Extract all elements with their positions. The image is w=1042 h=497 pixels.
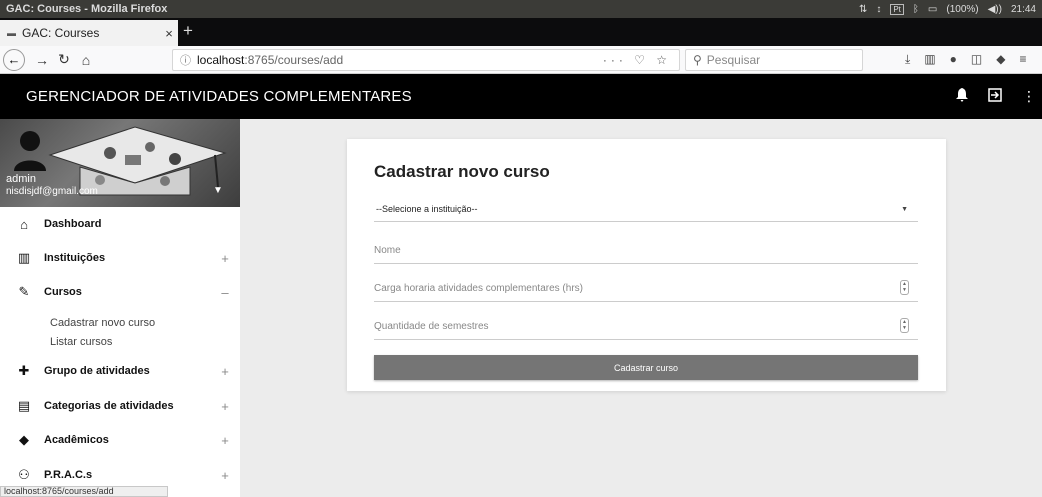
browser-tab[interactable]: ▬ GAC: Courses × — [0, 20, 178, 46]
profile-email: nisdisjdf@gmail.com — [6, 186, 98, 197]
sidebar-item-label: Instituições — [44, 252, 106, 264]
sidebar-item-pracs[interactable]: ⚇ P.R.A.C.s + — [0, 462, 240, 488]
chevron-down-icon[interactable]: ▼ — [213, 185, 223, 196]
notification-bell-icon[interactable] — [956, 88, 968, 105]
sidebar-item-label: Grupo de atividades — [44, 365, 150, 377]
search-input[interactable]: ⚲ Pesquisar — [685, 49, 863, 71]
home-icon: ⌂ — [20, 216, 28, 232]
pencil-icon: ✎ — [18, 284, 30, 299]
institution-select-value: --Selecione a instituição-- — [376, 204, 478, 214]
sidebar: admin nisdisjdf@gmail.com ▼ ⌂ Dashboard … — [0, 119, 240, 497]
number-spinner-icon[interactable]: ▲ ▼ — [900, 280, 909, 295]
sidebar-item-label: Dashboard — [44, 218, 102, 230]
tab-title: GAC: Courses — [22, 26, 100, 40]
complementary-hours-field[interactable]: Carga horaria atividades complementares … — [374, 280, 918, 302]
sidebar-item-label: Cursos — [44, 286, 82, 298]
logout-icon[interactable] — [988, 88, 1002, 105]
sidebar-item-label: Categorias de atividades — [44, 400, 174, 412]
document-icon: ▤ — [17, 398, 31, 413]
sidebar-item-dashboard[interactable]: ⌂ Dashboard — [0, 211, 240, 237]
info-icon[interactable]: ⓘ — [180, 52, 191, 68]
expand-icon[interactable]: + — [210, 468, 240, 483]
bluetooth-icon[interactable]: ᛒ — [913, 4, 919, 15]
sort-icon[interactable]: ↕ — [876, 4, 881, 15]
search-placeholder: Pesquisar — [706, 53, 761, 67]
window-title: GAC: Courses - Mozilla Firefox — [6, 3, 168, 15]
sidebar-toggle-icon[interactable]: ◫ — [971, 52, 982, 67]
sidebar-item-categorias[interactable]: ▤ Categorias de atividades + — [0, 393, 240, 419]
app-title: GERENCIADOR DE ATIVIDADES COMPLEMENTARES — [26, 88, 412, 105]
complementary-hours-placeholder: Carga horaria atividades complementares … — [374, 283, 583, 294]
submenu-cadastrar-curso[interactable]: Cadastrar novo curso — [50, 317, 155, 329]
expand-icon[interactable]: + — [210, 364, 240, 379]
favicon-icon: ▬ — [7, 28, 16, 38]
volume-icon[interactable]: ◀)) — [988, 4, 1002, 15]
number-spinner-icon[interactable]: ▲ ▼ — [900, 318, 909, 333]
menu-icon[interactable]: ≡ — [1019, 52, 1026, 67]
page-title: Cadastrar novo curso — [374, 162, 550, 181]
header-actions: ⋮ — [956, 88, 1036, 105]
building-icon: ▥ — [17, 250, 31, 265]
course-name-field[interactable]: Nome — [374, 242, 918, 264]
reload-button[interactable]: ↻ — [53, 51, 75, 68]
tab-close-icon[interactable]: × — [160, 26, 178, 41]
battery-icon[interactable]: ▭ — [928, 4, 937, 15]
url-bar[interactable]: ⓘ localhost :8765/courses/add ··· ♡ ☆ — [172, 49, 680, 71]
semesters-field[interactable]: Quantidade de semestres ▲ ▼ — [374, 318, 918, 340]
sidebar-item-academicos[interactable]: ◆ Acadêmicos + — [0, 427, 240, 453]
expand-icon[interactable]: + — [210, 433, 240, 448]
sidebar-item-label: Acadêmicos — [44, 434, 109, 446]
submit-course-button[interactable]: Cadastrar curso — [374, 355, 918, 380]
dropdown-caret-icon: ▼ — [901, 206, 908, 213]
course-form-card: Cadastrar novo curso --Selecione a insti… — [347, 139, 946, 391]
sidebar-item-label: P.R.A.C.s — [44, 469, 93, 481]
toolbar-icons: ⤓ ▥ ● ◫ ◆ ≡ — [905, 52, 1027, 67]
url-actions[interactable]: ··· ♡ ☆ — [603, 53, 671, 67]
navigation-toolbar: ← → ↻ ⌂ ⓘ localhost :8765/courses/add ··… — [0, 46, 1042, 74]
home-button[interactable]: ⌂ — [75, 52, 97, 68]
institution-select[interactable]: --Selecione a instituição-- ▼ — [374, 199, 918, 222]
puzzle-icon: ✚ — [18, 363, 30, 378]
url-path: :8765/courses/add — [244, 53, 344, 67]
new-tab-button[interactable]: + — [183, 21, 193, 41]
profile-name: admin — [6, 173, 36, 185]
forward-button[interactable]: → — [31, 52, 53, 68]
os-top-bar: GAC: Courses - Mozilla Firefox ⇅ ↕ Pt ᛒ … — [0, 0, 1042, 18]
profile-banner: admin nisdisjdf@gmail.com ▼ — [0, 119, 240, 207]
network-icon[interactable]: ⇅ — [859, 4, 867, 15]
search-icon: ⚲ — [693, 53, 702, 67]
avatar — [14, 131, 46, 171]
graduation-cap-icon: ◆ — [19, 432, 29, 447]
app-header: GERENCIADOR DE ATIVIDADES COMPLEMENTARES… — [0, 74, 1042, 119]
sidebar-item-instituicoes[interactable]: ▥ Instituições + — [0, 245, 240, 271]
expand-icon[interactable]: + — [210, 399, 240, 414]
download-icon[interactable]: ⤓ — [905, 52, 910, 67]
submenu-listar-cursos[interactable]: Listar cursos — [50, 336, 112, 348]
clock[interactable]: 21:44 — [1011, 4, 1036, 15]
sidebar-item-cursos[interactable]: ✎ Cursos – — [0, 279, 240, 305]
back-button[interactable]: ← — [3, 48, 25, 71]
system-tray: ⇅ ↕ Pt ᛒ ▭ (100%) ◀)) 21:44 — [859, 3, 1042, 15]
tab-strip: ▬ GAC: Courses × + — [0, 18, 1042, 46]
expand-icon[interactable]: + — [210, 251, 240, 266]
adblock-icon[interactable]: ● — [950, 52, 957, 67]
people-icon: ⚇ — [18, 467, 30, 482]
battery-percent: (100%) — [946, 3, 979, 15]
status-url: localhost:8765/courses/add — [0, 486, 168, 497]
course-name-placeholder: Nome — [374, 245, 401, 256]
keyboard-language-badge[interactable]: Pt — [890, 3, 904, 15]
library-icon[interactable]: ▥ — [924, 52, 935, 67]
sidebar-item-grupo-atividades[interactable]: ✚ Grupo de atividades + — [0, 358, 240, 384]
extension-icon[interactable]: ◆ — [996, 52, 1005, 67]
url-host: localhost — [197, 53, 245, 67]
semesters-placeholder: Quantidade de semestres — [374, 321, 489, 332]
collapse-icon[interactable]: – — [210, 285, 240, 300]
more-options-icon[interactable]: ⋮ — [1022, 88, 1036, 105]
